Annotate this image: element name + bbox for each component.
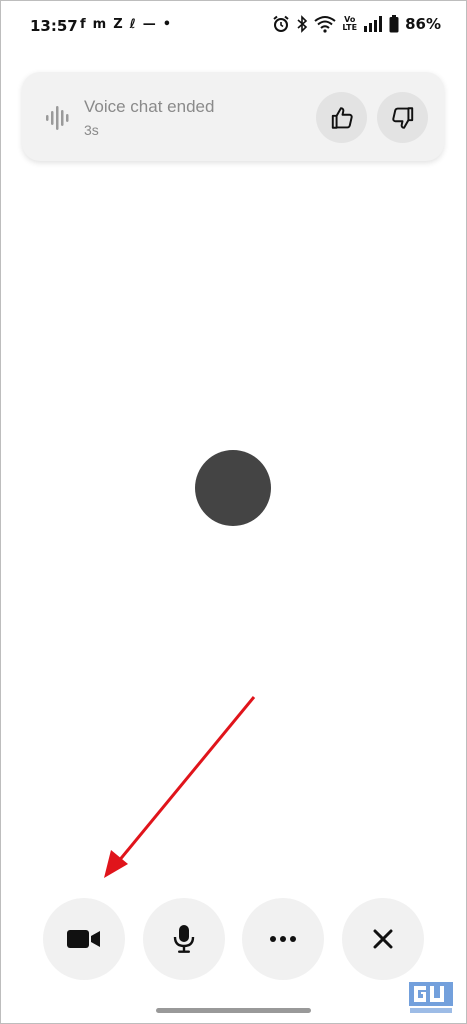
gadgets-to-use-watermark-logo (409, 982, 453, 1013)
close-icon (373, 929, 393, 949)
microphone-icon (173, 925, 195, 953)
more-options-button[interactable] (242, 898, 324, 980)
home-indicator[interactable] (156, 1008, 311, 1013)
close-button[interactable] (342, 898, 424, 980)
video-camera-button[interactable] (43, 898, 125, 980)
microphone-button[interactable] (143, 898, 225, 980)
more-icon (270, 936, 296, 942)
video-camera-icon (67, 930, 100, 948)
red-arrow-annotation (104, 696, 256, 878)
